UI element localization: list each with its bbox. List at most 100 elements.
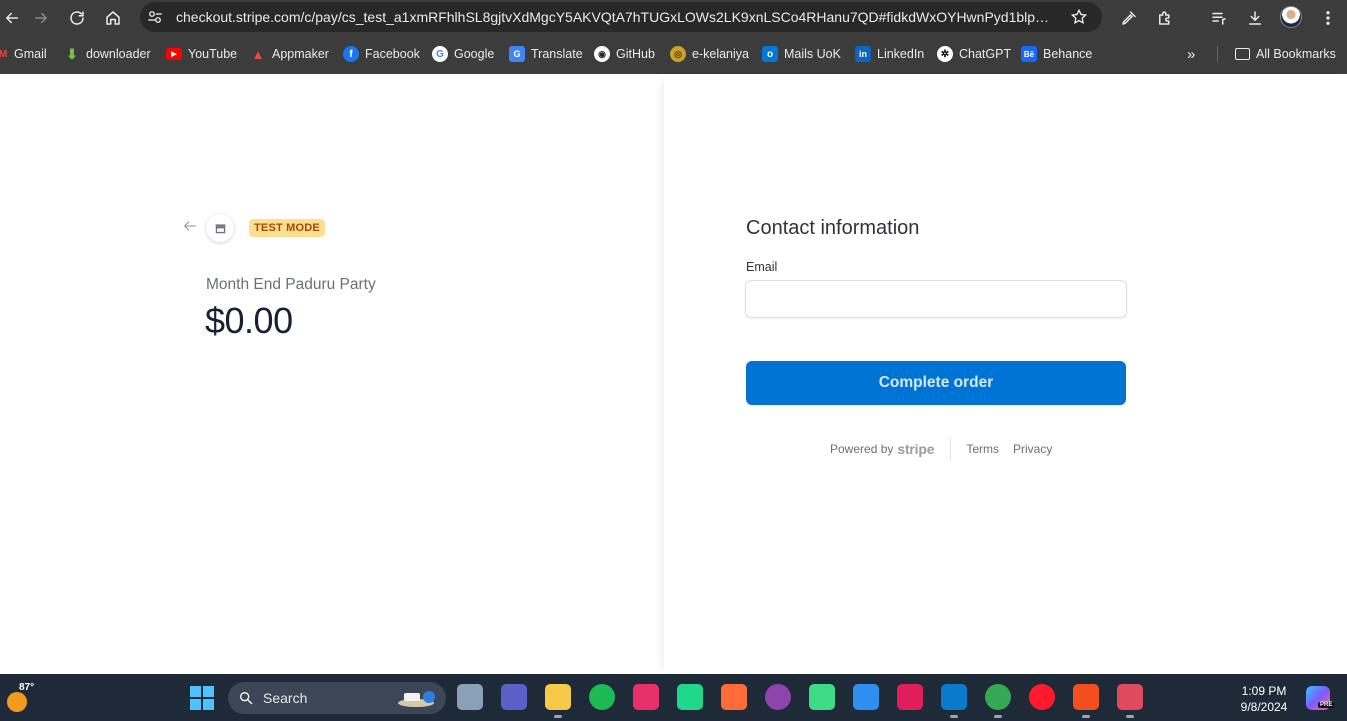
opera-icon[interactable] — [1029, 684, 1055, 710]
youtube-icon: ▶ — [166, 48, 182, 60]
site-info-icon[interactable] — [146, 8, 164, 26]
powered-by-stripe-link[interactable]: Powered by stripe — [830, 441, 935, 457]
bookmark-google[interactable]: G Google — [432, 44, 494, 64]
download-icon — [1249, 11, 1261, 25]
eyedropper-icon — [1122, 11, 1136, 25]
bookmark-github[interactable]: ◉ GitHub — [594, 44, 655, 64]
browser-chrome: checkout.stripe.com/c/pay/cs_test_a1xmRF… — [0, 0, 1347, 74]
playlist-icon — [1212, 12, 1226, 25]
bookmark-label: ChatGPT — [959, 47, 1012, 61]
task-view-icon[interactable] — [457, 684, 483, 710]
back-link[interactable] — [182, 218, 202, 238]
email-label: Email — [746, 260, 778, 274]
file-explorer-icon[interactable] — [545, 684, 571, 710]
taskbar-search[interactable]: Search — [228, 682, 446, 714]
running-indicator — [950, 715, 958, 718]
stripe-logo: stripe — [897, 441, 935, 457]
eyedropper-button[interactable] — [1117, 6, 1141, 30]
arrow-right-icon — [35, 12, 47, 24]
url-text[interactable]: checkout.stripe.com/c/pay/cs_test_a1xmRF… — [176, 9, 1056, 25]
bookmark-label: YouTube — [188, 47, 238, 61]
system-clock[interactable]: 1:09 PM 9/8/2024 — [1224, 683, 1304, 715]
sun-icon — [7, 692, 27, 712]
bookmark-mails-uok[interactable]: o Mails UoK — [762, 44, 841, 64]
download-arrow-icon: ⬇ — [66, 45, 78, 62]
order-total: $0.00 — [205, 300, 293, 341]
outlook-icon: o — [762, 46, 778, 62]
windows-logo-icon — [190, 686, 201, 697]
menu-button[interactable] — [1316, 6, 1340, 30]
terms-link[interactable]: Terms — [966, 442, 999, 456]
email-field[interactable] — [745, 280, 1127, 318]
bookmark-gmail[interactable]: M Gmail — [0, 44, 47, 64]
complete-order-button[interactable]: Complete order — [746, 361, 1126, 405]
behance-icon: Bē — [1021, 46, 1037, 62]
bookmark-label: LinkedIn — [877, 47, 925, 61]
copilot-pre-badge: PRE — [1318, 702, 1335, 708]
browser-toolbar: checkout.stripe.com/c/pay/cs_test_a1xmRF… — [0, 0, 1347, 36]
bookmark-label: Gmail — [14, 47, 47, 61]
profile-avatar[interactable] — [1280, 6, 1302, 28]
postman-icon[interactable] — [721, 684, 747, 710]
extensions-button[interactable] — [1153, 6, 1177, 30]
bookmark-downloader[interactable]: ⬇ downloader — [64, 44, 151, 64]
bookmark-linkedin[interactable]: in LinkedIn — [855, 44, 924, 64]
chrome-icon[interactable] — [985, 684, 1011, 710]
bookmark-label: GitHub — [616, 47, 655, 61]
teams-icon[interactable] — [501, 684, 527, 710]
clock-date: 9/8/2024 — [1240, 700, 1288, 714]
intellij-icon[interactable] — [633, 684, 659, 710]
privacy-link[interactable]: Privacy — [1013, 442, 1052, 456]
bookmark-e-kelaniya[interactable]: ◎ e-kelaniya — [670, 44, 749, 64]
arrow-left-icon — [184, 221, 196, 231]
microsoft-store-icon[interactable] — [853, 684, 879, 710]
order-summary-pane: TEST MODE Month End Paduru Party $0.00 — [0, 74, 664, 674]
media-control-button[interactable] — [1207, 6, 1231, 30]
address-bar[interactable]: checkout.stripe.com/c/pay/cs_test_a1xmRF… — [140, 2, 1102, 32]
downloads-button[interactable] — [1243, 6, 1267, 30]
bookmarks-divider — [1217, 46, 1218, 62]
all-bookmarks-button[interactable]: All Bookmarks — [1235, 44, 1336, 64]
bookmark-label: e-kelaniya — [692, 47, 749, 61]
pycharm-icon[interactable] — [677, 684, 703, 710]
facebook-icon: f — [343, 46, 359, 62]
bookmark-label: Google — [454, 47, 495, 61]
github-desktop-icon[interactable] — [765, 684, 791, 710]
all-bookmarks-label: All Bookmarks — [1256, 47, 1336, 61]
windows-taskbar: 87° Search 1:09 PM 9/8/2024 PRE — [0, 674, 1347, 721]
search-icon — [238, 690, 254, 706]
home-icon — [106, 11, 120, 25]
folder-icon — [1235, 48, 1250, 60]
weather-widget[interactable]: 87° — [5, 682, 35, 712]
reload-icon — [70, 11, 84, 25]
bookmark-label: Behance — [1043, 47, 1093, 61]
bookmark-appmaker[interactable]: ▲ Appmaker — [250, 44, 329, 64]
bookmark-chatgpt[interactable]: ✲ ChatGPT — [937, 44, 1011, 64]
spotify-icon[interactable] — [589, 684, 615, 710]
bookmark-star-icon[interactable] — [1070, 8, 1088, 26]
snipping-tool-icon[interactable] — [1117, 684, 1143, 710]
android-studio-icon[interactable] — [809, 684, 835, 710]
test-mode-badge: TEST MODE — [249, 219, 325, 237]
home-button[interactable] — [101, 6, 125, 30]
chatgpt-icon: ✲ — [937, 46, 953, 62]
search-placeholder: Search — [263, 690, 308, 706]
figma-icon[interactable] — [1073, 684, 1099, 710]
reload-button[interactable] — [65, 6, 89, 30]
running-indicator — [1082, 715, 1090, 718]
github-icon: ◉ — [594, 46, 610, 62]
vscode-icon[interactable] — [941, 684, 967, 710]
bookmark-facebook[interactable]: f Facebook — [343, 44, 420, 64]
bookmark-behance[interactable]: Bē Behance — [1021, 44, 1092, 64]
slack-icon[interactable] — [897, 684, 923, 710]
back-button[interactable] — [0, 6, 24, 30]
bookmarks-bar: M Gmail ⬇ downloader ▶ YouTube ▲ Appmake… — [0, 40, 1347, 68]
start-button[interactable] — [190, 686, 214, 710]
bookmark-label: Translate — [531, 47, 583, 61]
bookmark-youtube[interactable]: ▶ YouTube — [166, 44, 237, 64]
more-bookmarks-chevron-icon[interactable]: » — [1187, 44, 1195, 64]
forward-button[interactable] — [29, 6, 53, 30]
powered-by-label: Powered by — [830, 442, 894, 456]
checkout-footer: Powered by stripe Terms Privacy — [830, 437, 1066, 461]
bookmark-translate[interactable]: G Translate — [509, 44, 583, 64]
